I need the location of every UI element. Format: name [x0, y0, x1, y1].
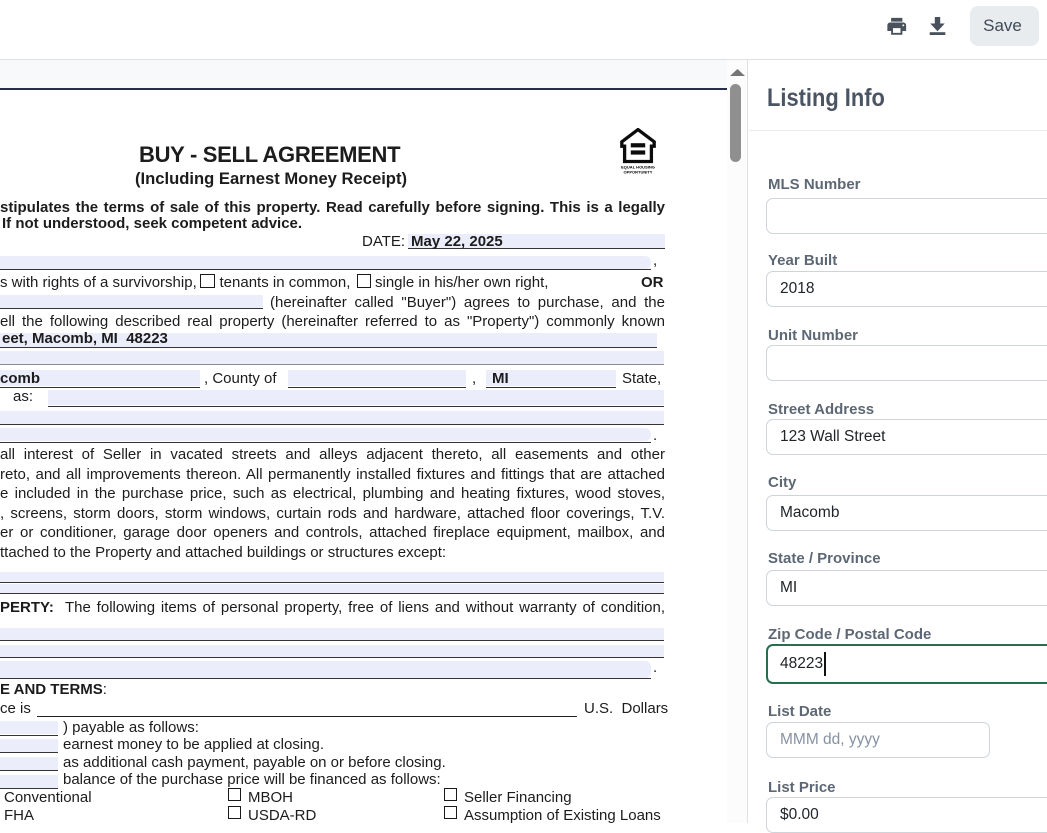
svg-text:OPPORTUNITY: OPPORTUNITY: [624, 169, 653, 174]
